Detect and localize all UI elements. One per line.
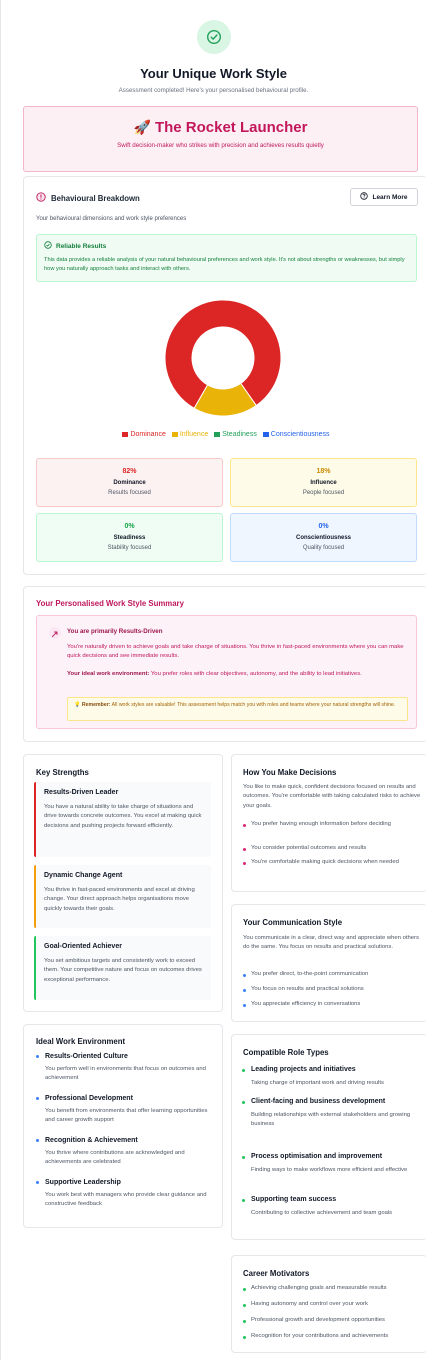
decisions-text: You like to make quick, confident decisi…	[243, 784, 421, 809]
decisions-card: How You Make Decisions You like to make …	[231, 754, 426, 892]
role-item: Client-facing and business development B…	[242, 1097, 422, 1130]
dimension-percent: 18%	[316, 468, 331, 475]
help-circle-icon	[360, 192, 369, 202]
reliable-title: Reliable Results	[56, 242, 107, 250]
dimension-card-conscientiousness: 0% Conscientiousness Quality focused	[230, 513, 417, 562]
breakdown-title: Behavioural Breakdown	[51, 193, 140, 203]
key-strengths-card: Key Strengths Results-Driven Leader You …	[23, 754, 223, 1012]
decisions-bullet: You consider potential outcomes and resu…	[243, 844, 418, 853]
dimension-name: Dominance	[113, 480, 146, 486]
communication-title: Your Communication Style	[243, 918, 343, 927]
motivators-title: Career Motivators	[243, 1269, 310, 1278]
dimension-desc: Quality focused	[302, 545, 345, 551]
legend-item-dominance[interactable]: Dominance	[122, 431, 166, 438]
compatible-roles-card: Compatible Role Types Leading projects a…	[231, 1034, 426, 1240]
check-circle-icon	[44, 241, 52, 251]
strength-item: Dynamic Change Agent You thrive in fast-…	[34, 865, 211, 928]
decisions-bullet: You're comfortable making quick decision…	[243, 858, 418, 867]
communication-bullet: You appreciate efficiency in conversatio…	[243, 1000, 418, 1009]
rocket-icon: 🚀	[133, 119, 151, 135]
remember-note: 💡 Remember: All work styles are valuable…	[67, 697, 408, 721]
summary-heading: You are primarily Results-Driven	[67, 628, 163, 635]
results-page: Your Unique Work Style Assessment comple…	[0, 0, 426, 1360]
check-circle-icon	[196, 20, 231, 54]
persona-title: The Rocket Launcher	[154, 119, 308, 136]
dimension-card-dominance: 82% Dominance Results focused	[36, 458, 223, 507]
motivator-bullet: Recognition for your contributions and a…	[243, 1332, 423, 1341]
dimension-percent: 82%	[122, 468, 137, 475]
summary-box: You are primarily Results-Driven You're …	[36, 615, 417, 729]
strength-item: Results-Driven Leader You have a natural…	[34, 782, 211, 857]
communication-text: You communicate in a clear, direct way a…	[243, 935, 419, 951]
dimension-percent: 0%	[124, 523, 135, 530]
role-item: Leading projects and initiatives Taking …	[242, 1065, 422, 1088]
dimension-desc: People focused	[302, 490, 345, 496]
environment-title: Ideal Work Environment	[36, 1037, 126, 1046]
motivator-bullet: Achieving challenging goals and measurab…	[243, 1284, 423, 1293]
dimension-desc: Results focused	[108, 490, 151, 496]
persona-banner: 🚀 The Rocket Launcher Swift decision-make…	[23, 106, 418, 172]
environment-item: Recognition & Achievement You thrive whe…	[36, 1137, 216, 1168]
decisions-title: How You Make Decisions	[243, 768, 337, 777]
info-icon	[36, 189, 46, 207]
results-header: Your Unique Work Style Assessment comple…	[1, 0, 426, 94]
chart-legend: Dominance Influence Steadiness Conscient…	[24, 431, 426, 438]
legend-item-influence[interactable]: Influence	[171, 431, 208, 438]
environment-item: Supportive Leadership You work best with…	[36, 1179, 216, 1210]
dimension-card-steadiness: 0% Steadiness Stability focused	[36, 513, 223, 562]
dimension-percent: 0%	[318, 523, 329, 530]
lightbulb-icon: 💡	[74, 702, 82, 708]
role-item: Process optimisation and improvement Fin…	[242, 1152, 422, 1175]
dimension-name: Influence	[310, 480, 337, 486]
strengths-title: Key Strengths	[36, 768, 89, 777]
behaviour-donut-chart	[165, 300, 281, 416]
work-style-summary-card: Your Personalised Work Style Summary You…	[23, 586, 426, 742]
roles-title: Compatible Role Types	[243, 1048, 329, 1057]
summary-title: Your Personalised Work Style Summary	[36, 599, 184, 608]
dimension-desc: Stability focused	[107, 545, 152, 551]
dimension-name: Steadiness	[113, 535, 146, 541]
legend-item-conscientiousness[interactable]: Conscientiousness	[262, 431, 330, 438]
page-title: Your Unique Work Style	[140, 66, 287, 81]
environment-item: Results-Oriented Culture You perform wel…	[36, 1053, 216, 1084]
decisions-bullet: You prefer having enough information bef…	[243, 820, 418, 829]
dimension-name: Conscientiousness	[295, 535, 351, 541]
strength-item: Goal-Oriented Achiever You set ambitious…	[34, 936, 211, 1000]
communication-bullet: You focus on results and practical solut…	[243, 985, 418, 994]
communication-bullet: You prefer direct, to-the-point communic…	[243, 970, 418, 979]
page-subtitle: Assessment completed! Here's your person…	[118, 87, 309, 94]
learn-more-button[interactable]: Learn More	[350, 188, 418, 206]
communication-card: Your Communication Style You communicate…	[231, 904, 426, 1022]
behavioural-breakdown-card: Behavioural Breakdown Learn More Your be…	[23, 176, 426, 575]
dimension-card-influence: 18% Influence People focused	[230, 458, 417, 507]
ideal-environment-card: Ideal Work Environment Results-Oriented …	[23, 1024, 223, 1228]
breakdown-description: Your behavioural dimensions and work sty…	[36, 216, 187, 222]
reliable-results-notice: Reliable Results This data provides a re…	[36, 234, 417, 282]
legend-item-steadiness[interactable]: Steadiness	[214, 431, 257, 438]
summary-paragraph: You're naturally driven to achieve goals…	[67, 644, 404, 660]
motivator-bullet: Professional growth and development oppo…	[243, 1316, 423, 1325]
arrow-icon	[49, 627, 61, 639]
persona-subtitle: Swift decision-maker who strikes with pr…	[117, 142, 324, 149]
ideal-environment-text: Your ideal work environment: You prefer …	[67, 671, 362, 677]
environment-item: Professional Development You benefit fro…	[36, 1095, 216, 1126]
motivator-bullet: Having autonomy and control over your wo…	[243, 1300, 423, 1309]
role-item: Supporting team success Contributing to …	[242, 1195, 422, 1218]
reliable-text: This data provides a reliable analysis o…	[44, 257, 405, 272]
career-motivators-card: Career Motivators Achieving challenging …	[231, 1255, 426, 1353]
